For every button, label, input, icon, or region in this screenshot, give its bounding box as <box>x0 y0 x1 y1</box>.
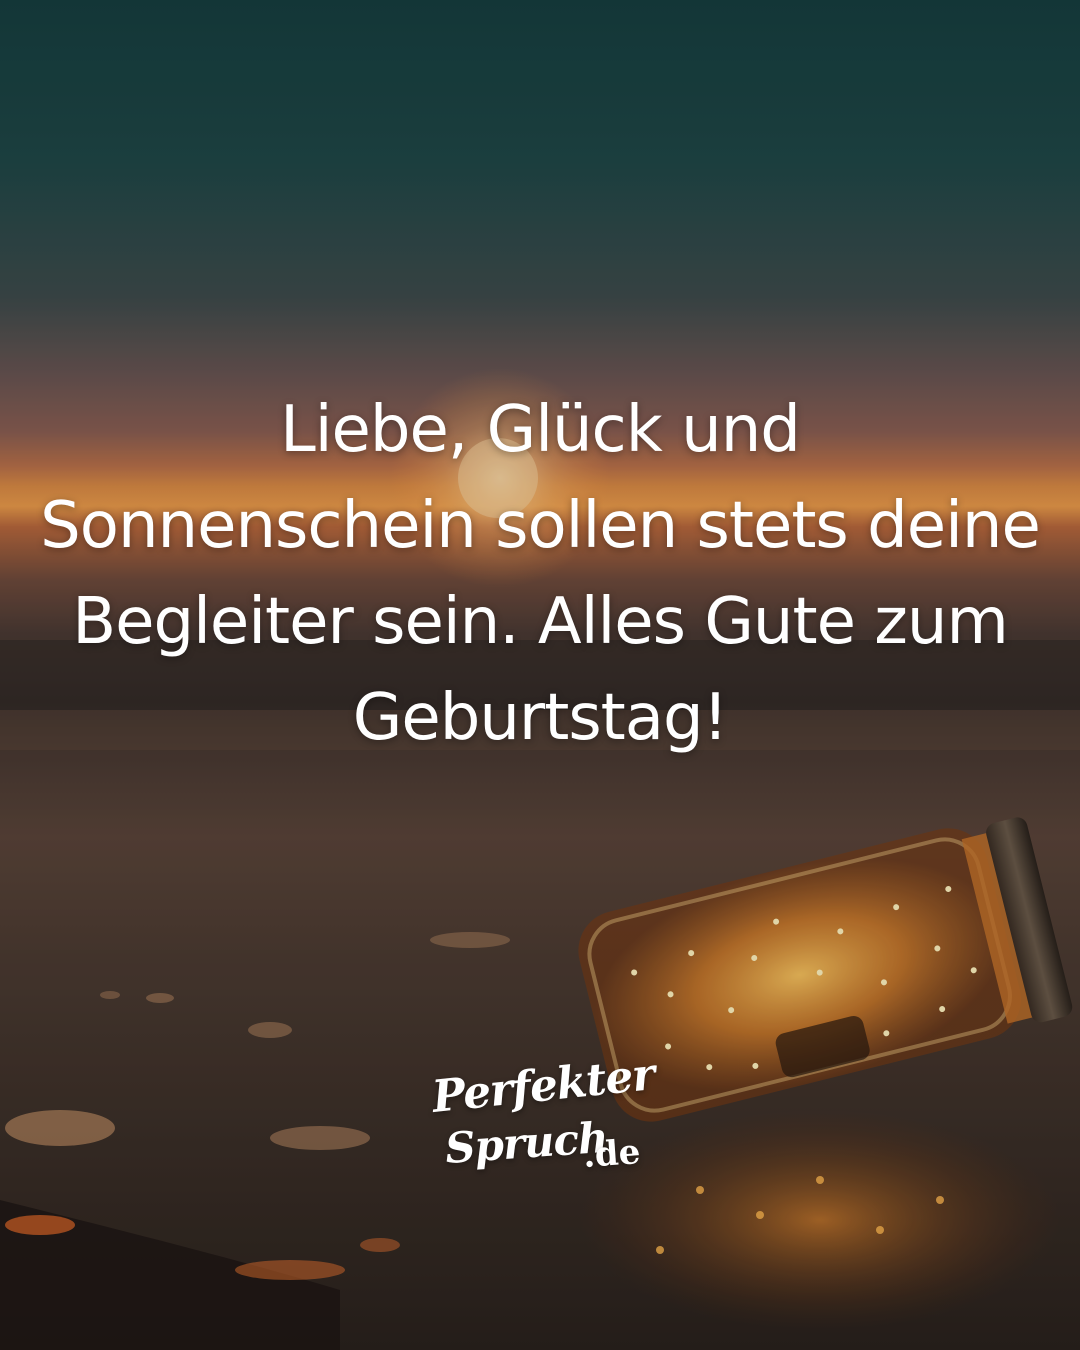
quote-line: Begleiter sein. Alles Gute zum <box>72 585 1009 659</box>
quote-line: Liebe, Glück und <box>280 393 801 467</box>
brand-logo: Perfekter Spruch .de <box>425 1049 665 1192</box>
logo-domain: .de <box>581 1132 642 1176</box>
quote-text: Liebe, Glück und Sonnenschein sollen ste… <box>40 382 1041 766</box>
quote-image: Liebe, Glück und Sonnenschein sollen ste… <box>0 0 1080 1350</box>
quote-line: Geburtstag! <box>352 681 729 755</box>
quote-line: Sonnenschein sollen stets deine <box>40 489 1041 563</box>
